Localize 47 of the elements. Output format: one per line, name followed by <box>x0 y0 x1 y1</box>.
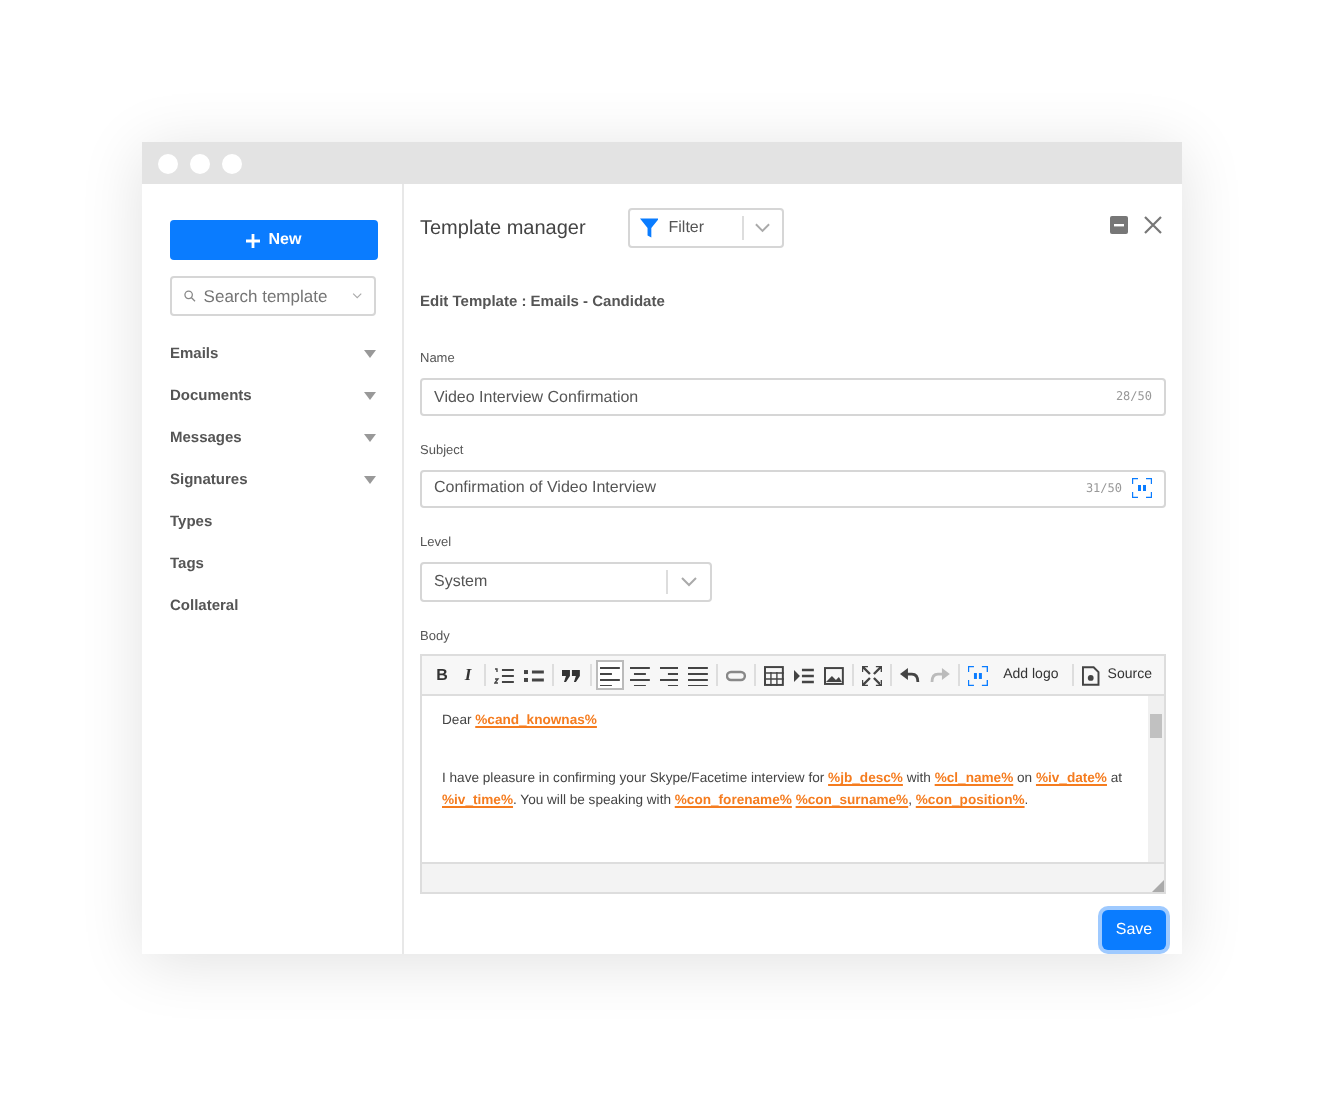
bullet-list-icon <box>523 665 544 686</box>
image-icon <box>824 665 845 686</box>
link-icon <box>726 665 747 686</box>
table-icon <box>764 665 785 686</box>
tag-insert-icon[interactable] <box>1132 478 1152 499</box>
search-input[interactable]: Search template <box>203 283 344 309</box>
bold-button[interactable]: B <box>430 660 454 691</box>
new-button[interactable]: New <box>170 220 378 260</box>
search-icon <box>184 286 196 306</box>
quote-icon <box>561 665 582 686</box>
fullscreen-button[interactable] <box>858 660 886 691</box>
fullscreen-icon <box>862 665 882 686</box>
chevron-down-icon <box>754 222 772 234</box>
scrollbar[interactable] <box>1148 696 1164 863</box>
resize-handle-icon[interactable] <box>1152 880 1164 893</box>
align-right-icon <box>659 665 679 686</box>
window-dot <box>190 153 210 173</box>
chevron-down-icon <box>351 290 362 302</box>
save-button[interactable]: Save <box>1102 910 1166 951</box>
align-center-icon <box>629 665 650 686</box>
caret-down-icon[interactable] <box>364 391 376 399</box>
filter-icon <box>639 218 659 238</box>
tag-insert-icon <box>967 665 988 686</box>
source-icon <box>1082 665 1102 686</box>
search-field[interactable]: Search template <box>170 276 376 316</box>
ordered-list-icon <box>493 665 514 686</box>
window-dot <box>158 153 178 173</box>
justify-icon <box>688 665 709 686</box>
caret-down-icon[interactable] <box>364 433 376 441</box>
undo-icon <box>899 665 920 686</box>
align-left-button[interactable] <box>595 660 624 691</box>
align-left-icon <box>599 665 620 686</box>
caret-down-icon[interactable] <box>364 475 376 483</box>
page-title: Template manager <box>420 215 586 243</box>
level-select[interactable]: System <box>420 561 712 601</box>
filter-select[interactable]: Filter <box>627 208 784 248</box>
chevron-down-icon <box>680 575 698 587</box>
italic-button[interactable]: I <box>456 660 480 691</box>
minimize-icon[interactable] <box>1110 216 1128 234</box>
plus-icon <box>246 233 261 247</box>
table-button[interactable] <box>760 660 789 691</box>
redo-icon <box>929 665 950 686</box>
tag-button[interactable] <box>963 660 992 691</box>
close-icon[interactable] <box>1144 216 1162 234</box>
window-dot <box>222 153 242 173</box>
caret-down-icon[interactable] <box>364 349 376 357</box>
indent-icon <box>794 665 815 686</box>
